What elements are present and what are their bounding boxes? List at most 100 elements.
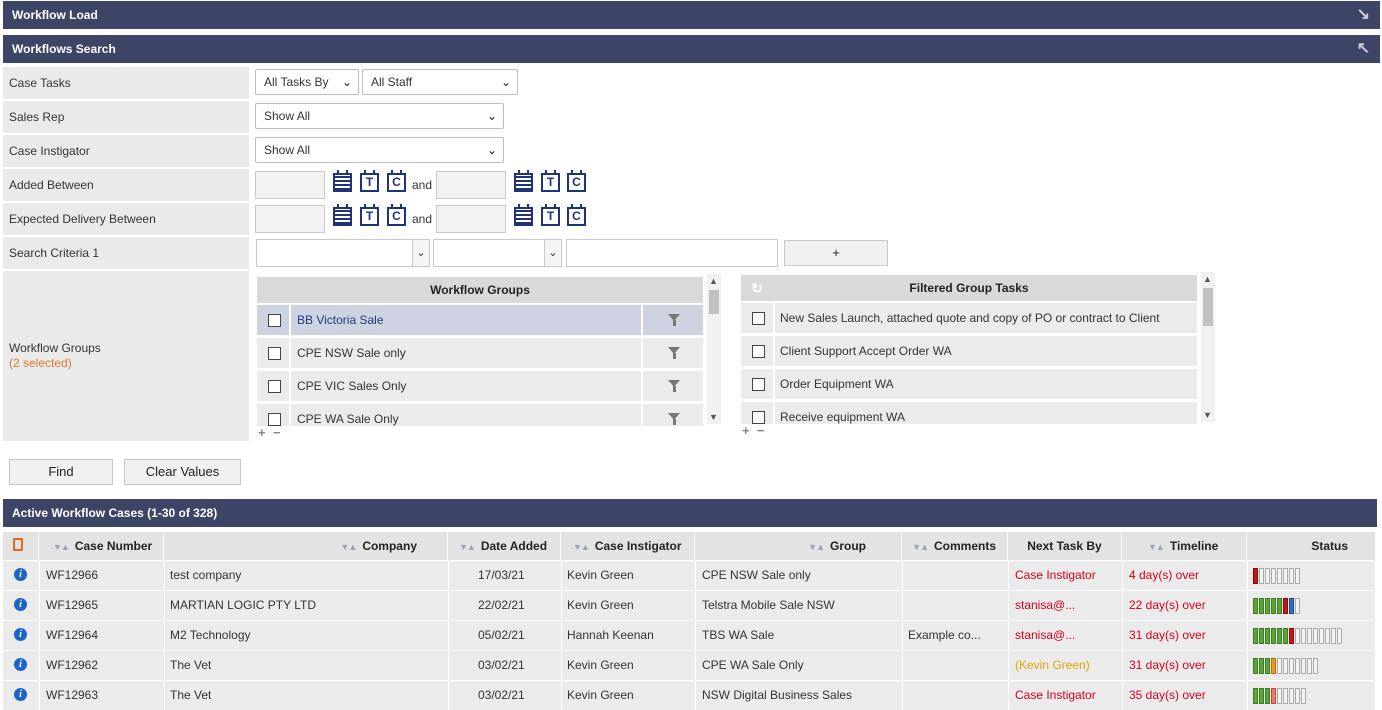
comments-header[interactable]: ▼▲ Comments — [902, 532, 1008, 560]
scroll-thumb[interactable] — [709, 290, 719, 314]
sort-icon[interactable]: ▼▲ — [912, 542, 929, 552]
cell-case[interactable]: WF12965 — [46, 591, 98, 620]
status-header[interactable]: Status — [1247, 532, 1375, 560]
table-row[interactable]: i WF12963 The Vet 03/02/21 Kevin Green NSW Di… — [3, 681, 1375, 710]
calendar-icon[interactable] — [514, 204, 533, 226]
next-task-by-header[interactable]: Next Task By — [1008, 532, 1122, 560]
sort-icon[interactable]: ▼▲ — [340, 542, 357, 552]
case-tasks-by-select[interactable]: All Tasks By ⌄ — [255, 69, 359, 95]
table-row[interactable]: i WF12965 MARTIAN LOGIC PTY LTD 22/02/21 Kev… — [3, 591, 1375, 620]
export-icon[interactable] — [13, 538, 23, 551]
group-row[interactable]: CPE VIC Sales Only — [257, 371, 703, 401]
sort-icon[interactable]: ▼▲ — [573, 542, 590, 552]
timeline-header[interactable]: ▼▲ Timeline — [1122, 532, 1247, 560]
today-icon[interactable]: T — [541, 170, 560, 192]
table-row[interactable]: i WF12966 test company 17/03/21 Kevin Green C… — [3, 561, 1375, 590]
chevron-down-icon[interactable]: ⌄ — [412, 240, 429, 266]
sort-icon[interactable]: ▼▲ — [808, 542, 825, 552]
group-checkbox[interactable] — [268, 314, 281, 327]
task-row[interactable]: New Sales Launch, attached quote and cop… — [741, 303, 1197, 333]
group-checkbox[interactable] — [268, 347, 281, 360]
cell-case[interactable]: WF12963 — [46, 681, 98, 710]
expand-all-icon[interactable]: + — [742, 423, 750, 438]
workflow-load-bar[interactable]: Workflow Load ↘ — [3, 1, 1380, 29]
filter-icon[interactable] — [668, 380, 680, 392]
cell-next[interactable]: stanisa@... — [1015, 621, 1075, 650]
today-icon[interactable]: T — [360, 204, 379, 226]
group-checkbox[interactable] — [268, 380, 281, 393]
clear-date-icon[interactable]: C — [387, 204, 406, 226]
cell-next[interactable]: Case Instigator — [1015, 561, 1096, 590]
task-checkbox[interactable] — [752, 378, 765, 391]
cell-next[interactable]: Case Instigator — [1015, 681, 1096, 710]
case-instigator-select[interactable]: Show All ⌄ — [255, 137, 504, 163]
criteria-value-input[interactable] — [566, 239, 778, 267]
sort-icon[interactable]: ▼▲ — [1148, 542, 1165, 552]
today-icon[interactable]: T — [541, 204, 560, 226]
delivery-to-input[interactable] — [436, 205, 506, 233]
scroll-up-icon[interactable]: ▲ — [1203, 274, 1212, 284]
task-row[interactable]: Order Equipment WA — [741, 369, 1197, 399]
info-icon[interactable]: i — [14, 688, 27, 701]
task-checkbox[interactable] — [752, 312, 765, 325]
expand-icon[interactable]: ↘ — [1357, 1, 1370, 29]
expand-all-icon[interactable]: + — [258, 425, 266, 440]
collapse-icon[interactable]: ↖ — [1357, 35, 1370, 63]
date-added-header[interactable]: ▼▲ Date Added — [448, 532, 561, 560]
clear-date-icon[interactable]: C — [567, 170, 586, 192]
scroll-thumb[interactable] — [1203, 288, 1213, 326]
group-header[interactable]: ▼▲ Group — [695, 532, 902, 560]
cell-case[interactable]: WF12964 — [46, 621, 98, 650]
cell-next[interactable]: (Kevin Green) — [1015, 651, 1090, 680]
case-instigator-header[interactable]: ▼▲ Case Instigator — [561, 532, 695, 560]
filter-icon[interactable] — [668, 347, 680, 359]
group-row[interactable]: CPE WA Sale Only — [257, 404, 703, 426]
filter-icon[interactable] — [668, 413, 680, 425]
added-from-input[interactable] — [255, 171, 325, 199]
export-header[interactable] — [3, 532, 39, 560]
workflows-search-bar[interactable]: Workflows Search ↖ — [3, 35, 1380, 63]
case-number-header[interactable]: ▼▲ Case Number — [39, 532, 164, 560]
scroll-up-icon[interactable]: ▲ — [709, 276, 718, 286]
find-button[interactable]: Find — [9, 459, 113, 485]
task-row[interactable]: Receive equipment WA — [741, 402, 1197, 424]
collapse-all-icon[interactable]: − — [273, 425, 281, 440]
calendar-icon[interactable] — [333, 204, 352, 226]
info-icon[interactable]: i — [14, 658, 27, 671]
sort-icon[interactable]: ▼▲ — [53, 542, 70, 552]
today-icon[interactable]: T — [360, 170, 379, 192]
table-row[interactable]: i WF12962 The Vet 03/02/21 Kevin Green CPE WA… — [3, 651, 1375, 680]
sort-icon[interactable]: ▼▲ — [459, 542, 476, 552]
info-icon[interactable]: i — [14, 568, 27, 581]
clear-date-icon[interactable]: C — [567, 204, 586, 226]
tasks-scrollbar[interactable]: ▲ ▼ — [1201, 272, 1215, 422]
cell-case[interactable]: WF12962 — [46, 651, 98, 680]
company-header[interactable]: ▼▲ Company — [164, 532, 448, 560]
sales-rep-select[interactable]: Show All ⌄ — [255, 103, 504, 129]
scroll-down-icon[interactable]: ▼ — [709, 412, 718, 422]
criteria-field-select[interactable]: ⌄ — [256, 239, 430, 267]
filter-icon[interactable] — [668, 314, 680, 326]
criteria-operator-select[interactable]: ⌄ — [433, 239, 562, 267]
add-criteria-button[interactable]: + — [784, 240, 888, 266]
added-to-input[interactable] — [436, 171, 506, 199]
clear-values-button[interactable]: Clear Values — [124, 459, 241, 485]
task-checkbox[interactable] — [752, 345, 765, 358]
cell-next[interactable]: stanisa@... — [1015, 591, 1075, 620]
chevron-down-icon[interactable]: ⌄ — [544, 240, 561, 266]
delivery-from-input[interactable] — [255, 205, 325, 233]
collapse-all-icon[interactable]: − — [757, 423, 765, 438]
clear-date-icon[interactable]: C — [387, 170, 406, 192]
task-row[interactable]: Client Support Accept Order WA — [741, 336, 1197, 366]
group-row[interactable]: CPE NSW Sale only — [257, 338, 703, 368]
info-icon[interactable]: i — [14, 598, 27, 611]
calendar-icon[interactable] — [333, 170, 352, 192]
case-tasks-staff-select[interactable]: All Staff ⌄ — [362, 69, 518, 95]
calendar-icon[interactable] — [514, 170, 533, 192]
refresh-icon[interactable]: ↻ — [751, 275, 763, 301]
table-row[interactable]: i WF12964 M2 Technology 05/02/21 Hannah Keen… — [3, 621, 1375, 650]
scroll-down-icon[interactable]: ▼ — [1203, 410, 1212, 420]
groups-scrollbar[interactable]: ▲ ▼ — [707, 274, 721, 424]
cell-case[interactable]: WF12966 — [46, 561, 98, 590]
group-row[interactable]: BB Victoria Sale — [257, 305, 703, 335]
